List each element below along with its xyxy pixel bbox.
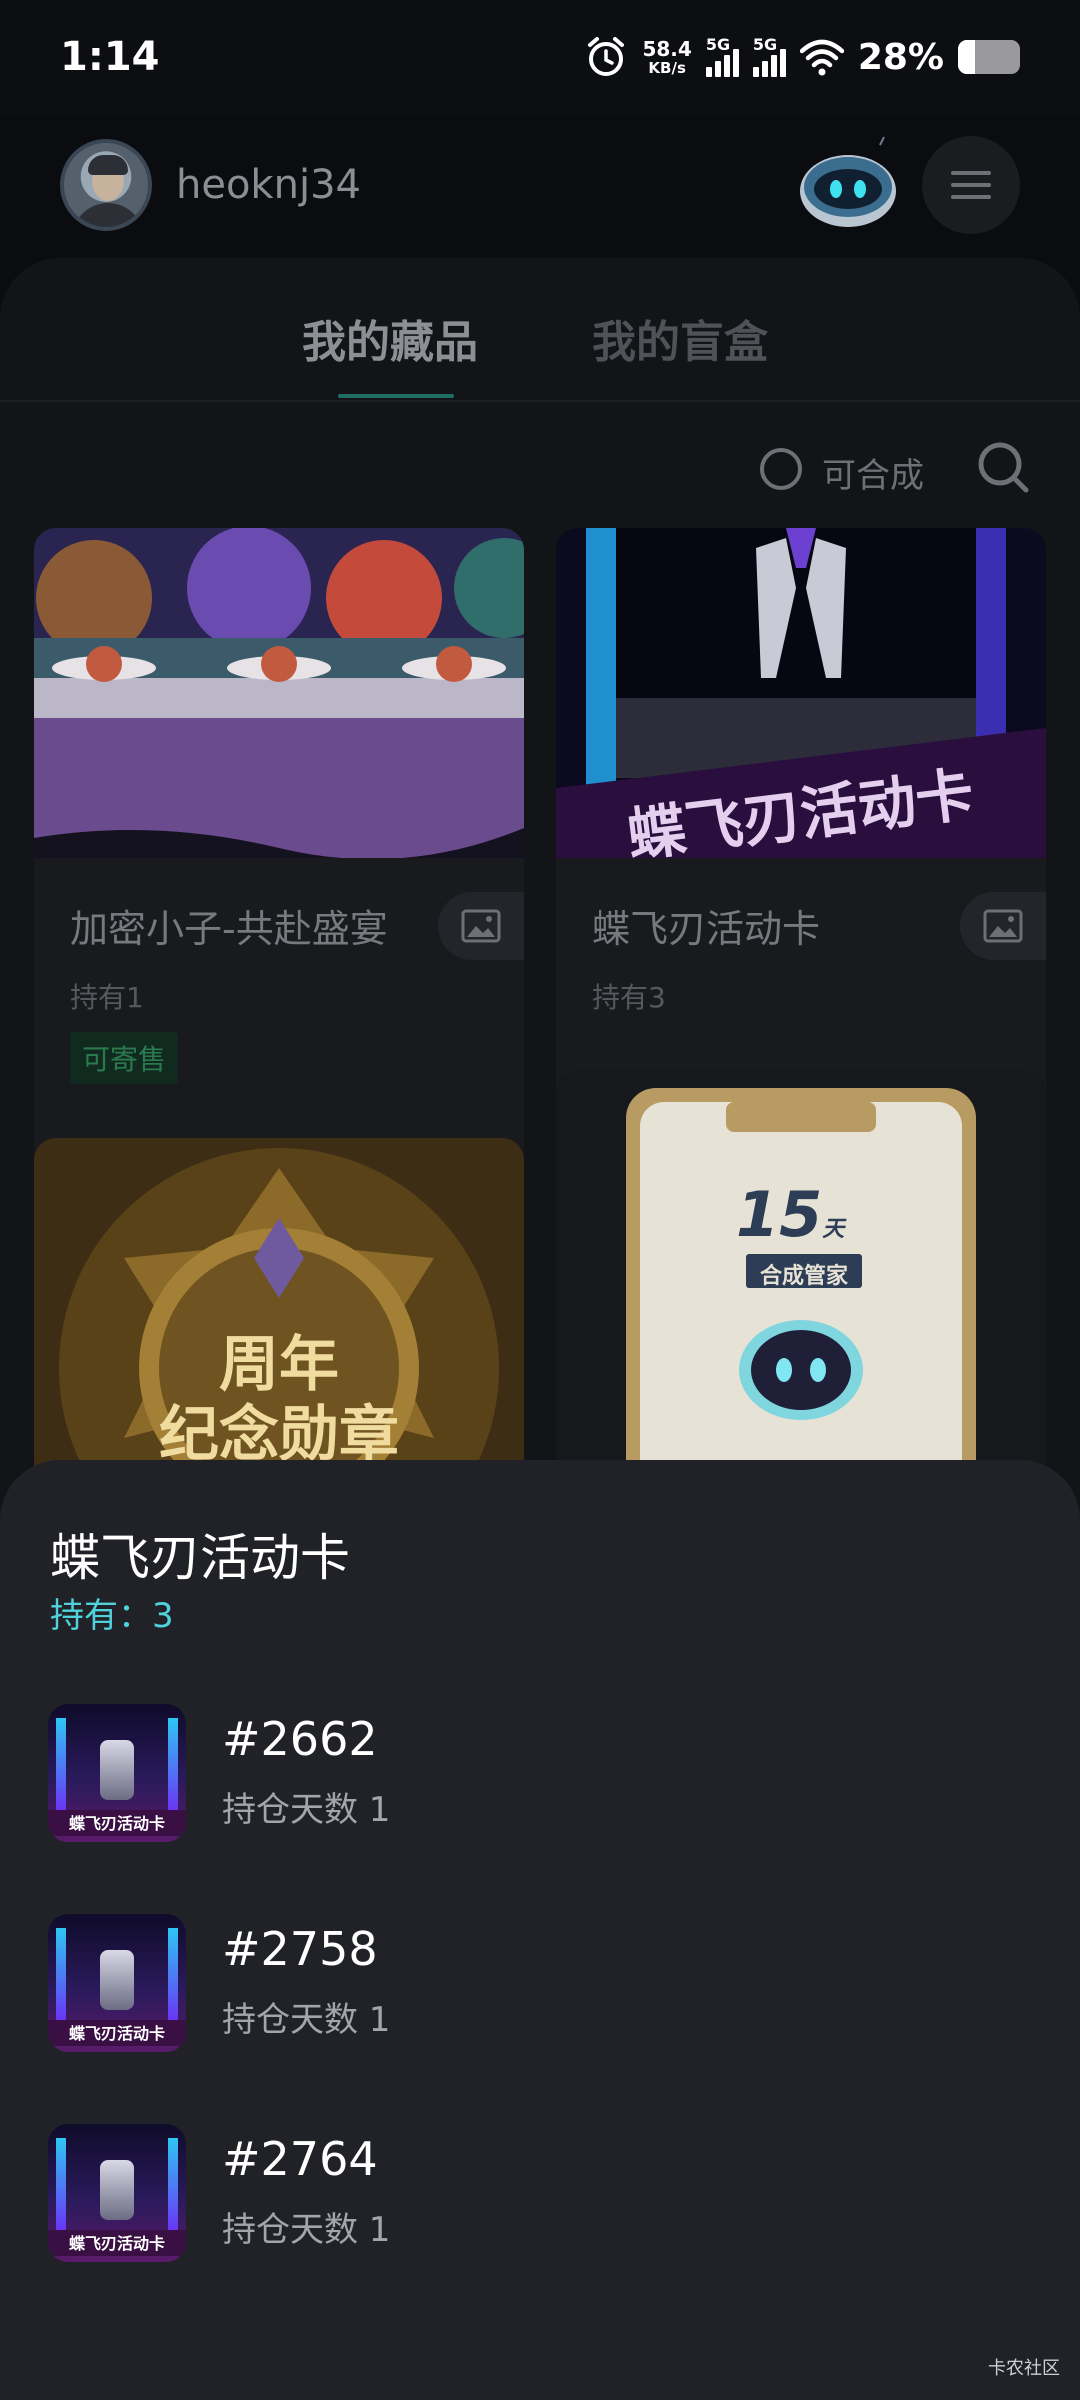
thumb-text: 蝶飞刃活动卡	[68, 2234, 165, 2253]
app-screen: 1:14 58.4 KB/s 5G 5G 28% heoknj34 我的藏品 我…	[0, 0, 1080, 2400]
thumb-frame	[56, 2138, 66, 2234]
sheet-owned-count: 持有：3	[50, 1596, 174, 1636]
thumb-frame	[168, 1928, 178, 2024]
menu-button[interactable]	[922, 136, 1020, 234]
thumb-blade	[100, 2160, 134, 2220]
thumb-frame	[56, 1718, 66, 1814]
tab-my-collection[interactable]: 我的藏品	[302, 306, 478, 370]
thumb-blade	[100, 1740, 134, 1800]
search-icon[interactable]	[976, 440, 1030, 494]
signal-bar	[714, 61, 721, 77]
card-artwork-caption: 合成管家	[759, 1264, 848, 1289]
composable-radio[interactable]	[760, 448, 802, 490]
signal-bar	[761, 61, 768, 77]
active-tab-indicator	[338, 394, 454, 398]
top-header: heoknj34	[0, 114, 1080, 256]
thumb-text: 蝶飞刃活动卡	[68, 1814, 165, 1833]
status-icons: 58.4 KB/s 5G 5G 28%	[584, 35, 1020, 79]
view-image-button[interactable]	[960, 892, 1046, 960]
tab-bar: 我的藏品 我的盲盒	[0, 258, 1080, 402]
signal-label: 5G	[705, 35, 731, 54]
battery-fill	[958, 40, 976, 74]
avatar-body	[72, 203, 144, 227]
image-icon	[461, 909, 501, 943]
status-bar: 1:14 58.4 KB/s 5G 5G 28%	[0, 0, 1080, 114]
watermark: 卡农社区	[988, 2358, 1060, 2379]
robot-assistant-icon[interactable]	[798, 135, 898, 235]
signal-bar	[779, 49, 786, 77]
holdings-bottom-sheet: 蝶飞刃活动卡 持有：3 蝶飞刃活动卡 #2662 持仓天数 1 蝶飞刃活动卡 #…	[0, 1460, 1080, 2400]
net-speed-unit: KB/s	[648, 58, 686, 77]
card-owned-count: 持有3	[592, 981, 666, 1014]
holding-thumbnail: 蝶飞刃活动卡	[48, 1704, 186, 1842]
thumb-blade	[100, 1950, 134, 2010]
card-image: 蝶飞刃活动卡	[556, 528, 1046, 858]
card-title: 蝶飞刃活动卡	[592, 907, 821, 951]
signal-bar	[770, 55, 777, 77]
holding-days: 持仓天数 1	[222, 2210, 391, 2250]
signal-bar	[752, 67, 759, 77]
sheet-title: 蝶飞刃活动卡	[50, 1529, 350, 1587]
holding-id: #2758	[222, 1922, 378, 1976]
holding-id: #2662	[222, 1712, 378, 1766]
signal-icon: 5G	[752, 35, 786, 77]
card-artwork-number-value: 15	[736, 1178, 823, 1251]
card-artwork	[34, 528, 524, 858]
thumb-frame	[56, 1928, 66, 2024]
card-artwork-number-unit: 天	[822, 1217, 845, 1242]
username[interactable]: heoknj34	[176, 162, 361, 208]
view-image-button[interactable]	[438, 892, 524, 960]
signal-bar	[732, 49, 739, 77]
composable-label[interactable]: 可合成	[822, 448, 924, 497]
battery-text: 28%	[857, 36, 944, 78]
holding-item[interactable]: 蝶飞刃活动卡 #2764 持仓天数 1	[48, 2124, 1028, 2274]
holding-item[interactable]: 蝶飞刃活动卡 #2758 持仓天数 1	[48, 1914, 1028, 2064]
thumb-frame	[168, 1718, 178, 1814]
net-speed: 58.4 KB/s	[642, 39, 691, 76]
signal-bar	[723, 55, 730, 77]
signal-label: 5G	[752, 35, 778, 54]
card-title: 加密小子-共赴盛宴	[70, 907, 388, 951]
thumb-text: 蝶飞刃活动卡	[68, 2024, 165, 2043]
card-image	[34, 528, 524, 858]
consignable-tag: 可寄售	[70, 1032, 179, 1084]
avatar-hair	[88, 155, 128, 175]
holding-days: 持仓天数 1	[222, 2000, 391, 2040]
alarm-icon	[588, 37, 625, 76]
holding-item[interactable]: 蝶飞刃活动卡 #2662 持仓天数 1	[48, 1704, 1028, 1854]
battery-icon	[958, 40, 1020, 74]
holding-thumbnail: 蝶飞刃活动卡	[48, 1914, 186, 2052]
wifi-icon	[799, 39, 844, 76]
hamburger-icon	[951, 171, 991, 199]
holding-days: 持仓天数 1	[222, 1790, 391, 1830]
holding-thumbnail: 蝶飞刃活动卡	[48, 2124, 186, 2262]
net-speed-value: 58.4	[642, 36, 692, 61]
avatar[interactable]	[60, 139, 152, 231]
status-time: 1:14	[60, 34, 160, 80]
signal-bar	[705, 67, 712, 77]
thumb-frame	[168, 2138, 178, 2234]
image-icon	[983, 909, 1023, 943]
filter-row: 可合成	[0, 440, 1080, 504]
signal-icon: 5G	[705, 35, 739, 77]
holding-id: #2764	[222, 2132, 378, 2186]
tab-my-blind-box[interactable]: 我的盲盒	[592, 306, 768, 370]
card-owned-count: 持有1	[70, 981, 144, 1014]
card-artwork-number: 15天	[736, 1178, 844, 1251]
